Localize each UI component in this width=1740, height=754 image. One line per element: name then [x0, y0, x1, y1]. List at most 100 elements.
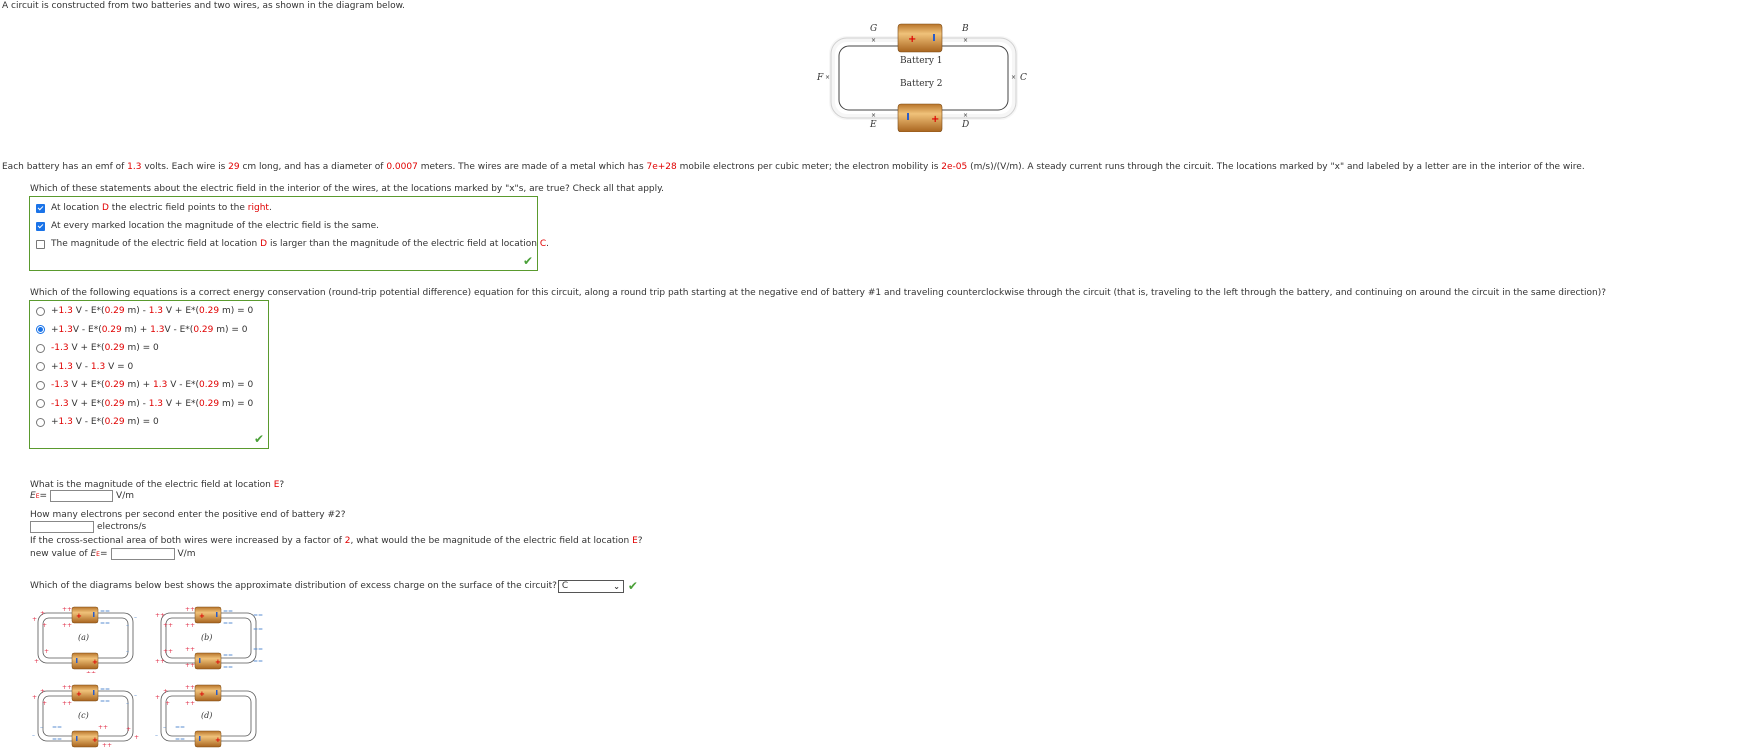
radio-button[interactable]: [36, 417, 45, 427]
battery-2-label: Battery 2: [900, 79, 943, 89]
svg-text:++: ++: [185, 662, 195, 669]
correct-check-icon: ✔: [627, 579, 638, 593]
question2-option[interactable]: -1.3 V + E*(0.29 m) + 1.3 V - E*(0.29 m)…: [36, 378, 253, 392]
marker-e: ×: [871, 112, 876, 119]
svg-text:+: +: [908, 34, 916, 45]
radio-button[interactable]: [36, 325, 45, 334]
question1-option[interactable]: At every marked location the magnitude o…: [36, 219, 379, 233]
question5-prompt: If the cross-sectional area of both wire…: [30, 536, 643, 546]
option-text: V + E*(: [68, 380, 105, 390]
svg-text:+: +: [165, 700, 170, 707]
svg-text:==: ==: [253, 626, 263, 633]
highlight-text: 0.29: [199, 398, 220, 409]
svg-text:–: –: [126, 648, 129, 655]
highlight-text: 1.3: [58, 324, 73, 335]
field-e-input[interactable]: [50, 490, 114, 502]
question2-option[interactable]: -1.3 V + E*(0.29 m) - 1.3 V + E*(0.29 m)…: [36, 397, 253, 411]
highlight-text: 0.29: [104, 343, 125, 353]
svg-text:++: ++: [163, 648, 173, 655]
radio-button[interactable]: [36, 399, 45, 408]
question2-prompt: Which of the following equations is a co…: [30, 288, 1606, 298]
text: mobile electrons per cubic meter; the el…: [676, 162, 942, 172]
text: If the cross-sectional area of both wire…: [30, 536, 345, 546]
label-f: F: [816, 73, 824, 83]
svg-text:++: ++: [163, 622, 173, 629]
question4-field-row: electrons/s: [27, 521, 146, 533]
highlight-text: 0.29: [199, 380, 220, 390]
question2-option[interactable]: +1.3 V - 1.3 V = 0: [36, 360, 133, 374]
svg-text:++: ++: [102, 742, 112, 749]
svg-text:++: ++: [185, 700, 195, 707]
radio-button[interactable]: [36, 306, 45, 316]
svg-text:==: ==: [223, 664, 233, 671]
option-text: m) = 0: [124, 417, 159, 427]
svg-text:==: ==: [52, 724, 62, 731]
option-text: At location: [51, 203, 102, 213]
svg-text:+: +: [134, 734, 139, 741]
option-text: is larger than the magnitude of the elec…: [267, 239, 540, 249]
label-e: E: [869, 120, 877, 130]
checkbox[interactable]: [36, 239, 45, 249]
svg-text:+: +: [126, 726, 131, 733]
highlight-text: 0.29: [104, 398, 125, 409]
svg-text:==: ==: [223, 608, 233, 615]
option-text: V - E*(: [72, 324, 102, 335]
charge-diagram-a: ++++++====+++–––++++(a): [30, 605, 145, 677]
svg-text:+: +: [42, 700, 47, 707]
radio-button[interactable]: [36, 343, 45, 353]
field-label: new value of: [30, 549, 88, 559]
svg-text:+: +: [931, 114, 939, 125]
new-field-e-input[interactable]: [110, 548, 175, 560]
question2-option[interactable]: +1.3 V - E*(0.29 m) = 0: [36, 415, 159, 429]
option-text: m) -: [124, 398, 149, 409]
text: ?: [637, 536, 643, 546]
unit-label: V/m: [177, 549, 196, 559]
selected-value: C: [561, 581, 569, 591]
question2-option[interactable]: +1.3 V - E*(0.29 m) + 1.3 V - E*(0.29 m) =…: [36, 323, 248, 337]
svg-text:==: ==: [100, 686, 110, 693]
svg-text:==: ==: [253, 612, 263, 619]
highlight-text: 1.3: [54, 398, 69, 409]
svg-text:–: –: [155, 732, 158, 739]
text: volts. Each wire is: [141, 162, 229, 172]
svg-text:+: +: [92, 736, 98, 744]
text: , what would the be magnitude of the ele…: [350, 536, 633, 546]
checkbox[interactable]: [36, 221, 45, 231]
text: What is the magnitude of the electric fi…: [30, 480, 274, 490]
svg-text:+: +: [44, 648, 49, 655]
svg-text:+: +: [155, 694, 160, 701]
question3-field-row: EE = V/m: [30, 490, 134, 502]
svg-text:++: ++: [185, 606, 195, 613]
svg-text:+: +: [76, 690, 82, 698]
question1-option[interactable]: At location D the electric field points …: [36, 201, 272, 215]
option-text: m) = 0: [124, 343, 159, 353]
svg-text:++: ++: [86, 670, 96, 673]
svg-text:==: ==: [100, 698, 110, 705]
option-text: m) = 0: [219, 398, 254, 409]
electrons-per-second-input[interactable]: [30, 521, 94, 533]
svg-text:+: +: [34, 658, 39, 665]
text: cm long, and has a diameter of: [239, 162, 387, 172]
svg-text:+: +: [32, 694, 37, 701]
highlight-text: 1.3: [58, 306, 73, 316]
svg-text:==: ==: [253, 646, 263, 653]
radio-button[interactable]: [36, 380, 45, 390]
svg-text:+: +: [199, 612, 205, 620]
svg-text:==: ==: [223, 652, 233, 659]
label-c: C: [1020, 73, 1027, 83]
marker-b: ×: [963, 37, 968, 44]
question2-option[interactable]: -1.3 V + E*(0.29 m) = 0: [36, 341, 159, 355]
svg-text:–: –: [40, 724, 43, 731]
diagram-label: (b): [201, 633, 213, 642]
radio-button[interactable]: [36, 362, 45, 371]
checkbox[interactable]: [36, 203, 45, 213]
question1-option[interactable]: The magnitude of the electric field at l…: [36, 237, 549, 251]
svg-text:++: ++: [185, 684, 195, 691]
question2-option[interactable]: +1.3 V - E*(0.29 m) - 1.3 V + E*(0.29 m)…: [36, 304, 253, 318]
svg-text:==: ==: [223, 620, 233, 627]
problem-statement: Each battery has an emf of 1.3 volts. Ea…: [2, 162, 1585, 172]
diagram-select[interactable]: C ⌄: [557, 579, 624, 593]
option-text: V + E*(: [68, 343, 105, 353]
svg-text:–: –: [163, 724, 166, 731]
option-text: V - E*(: [167, 380, 200, 390]
